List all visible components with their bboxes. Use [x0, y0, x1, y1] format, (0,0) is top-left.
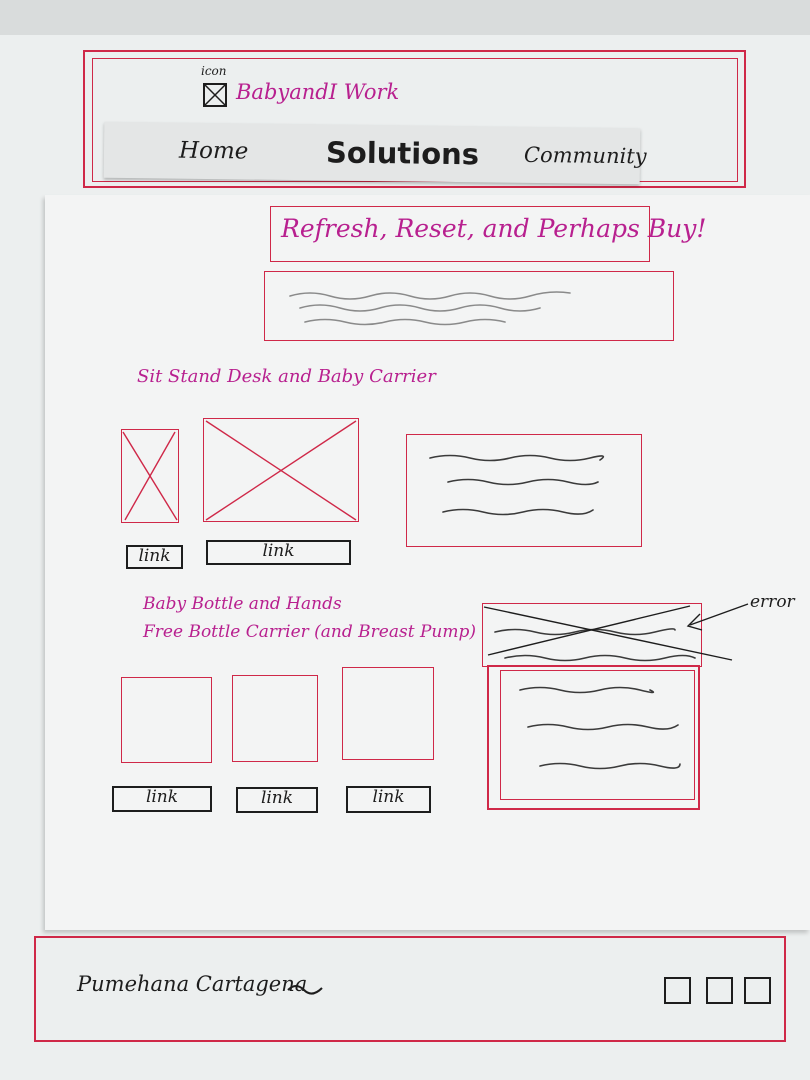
- section-2-link-3[interactable]: link: [346, 786, 431, 813]
- section-2-text-card-inner: [500, 670, 695, 800]
- author-name: Pumehana Cartagena: [77, 972, 308, 996]
- error-annotation: error: [750, 592, 795, 612]
- section-2-link-2[interactable]: link: [236, 787, 318, 813]
- nav-solutions[interactable]: Solutions: [326, 124, 480, 182]
- product-image-large: [203, 418, 359, 522]
- nav-home[interactable]: Home: [179, 123, 249, 180]
- crossed-out-text-box: [482, 603, 702, 667]
- icon-label: icon: [201, 64, 227, 78]
- section-2-link-1[interactable]: link: [112, 786, 212, 812]
- product-image-b: [232, 675, 318, 762]
- hero-title: Refresh, Reset, and Perhaps Buy!: [281, 214, 707, 243]
- social-icon-2[interactable]: [706, 977, 733, 1004]
- product-image-small: [121, 429, 179, 523]
- section-1-link-2[interactable]: link: [206, 540, 351, 565]
- section-1-text-card: [406, 434, 642, 547]
- section-2-title-line-1: Baby Bottle and Hands: [143, 594, 342, 614]
- section-2-title-line-2: Free Bottle Carrier (and Breast Pump): [143, 622, 476, 642]
- logo-placeholder-icon[interactable]: [203, 83, 227, 107]
- section-1-title: Sit Stand Desk and Baby Carrier: [137, 366, 436, 387]
- social-icon-1[interactable]: [664, 977, 691, 1004]
- product-image-c: [342, 667, 434, 760]
- hero-description-placeholder: [264, 271, 674, 341]
- nav-bar: Home Solutions Community: [103, 121, 647, 185]
- social-icon-3[interactable]: [744, 977, 771, 1004]
- brand-name[interactable]: BabyandI Work: [236, 80, 399, 104]
- nav-community[interactable]: Community: [524, 127, 647, 184]
- section-1-link-1[interactable]: link: [126, 545, 183, 569]
- section-2-title: Baby Bottle and Hands Free Bottle Carrie…: [143, 590, 476, 646]
- product-image-a: [121, 677, 212, 763]
